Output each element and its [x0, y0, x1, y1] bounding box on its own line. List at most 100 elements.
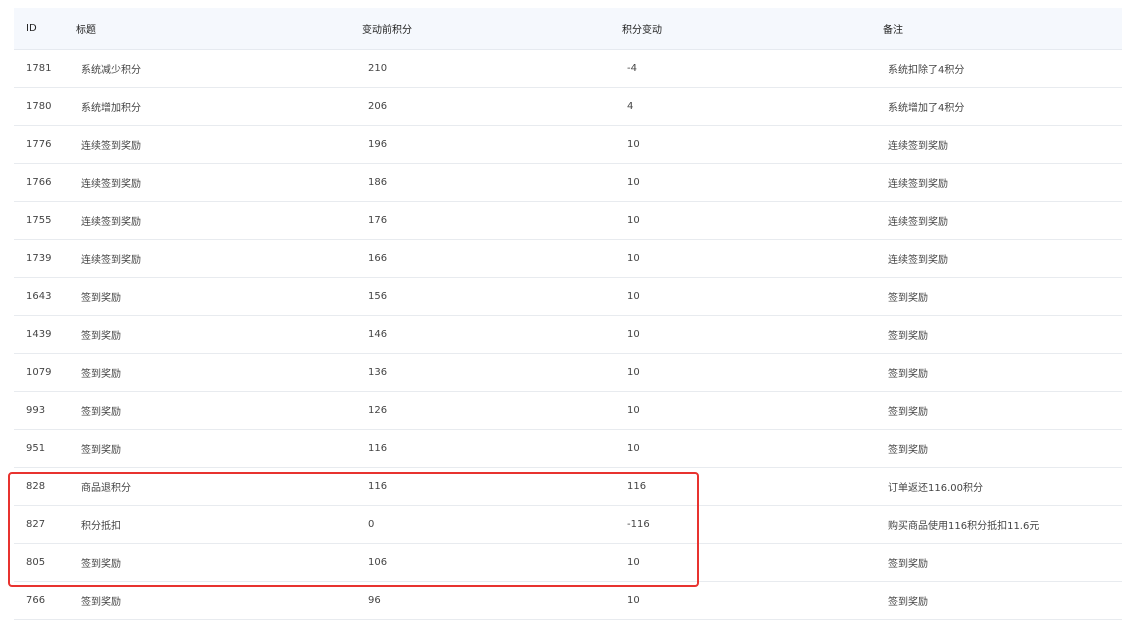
cell-id: 1079 [14, 353, 75, 392]
cell-id: 1643 [14, 277, 75, 316]
cell-points-before: 116 [362, 429, 616, 468]
cell-id: 1766 [14, 163, 75, 202]
cell-points-before: 210 [362, 49, 616, 88]
table-row: 1755 连续签到奖励 176 10 连续签到奖励 [14, 201, 1122, 240]
cell-points-change: 10 [616, 391, 873, 430]
cell-points-change: -4 [616, 49, 873, 88]
cell-title: 系统增加积分 [75, 87, 362, 126]
cell-id: 805 [14, 543, 75, 582]
cell-title: 积分抵扣 [75, 505, 362, 544]
table-row: 1776 连续签到奖励 196 10 连续签到奖励 [14, 125, 1122, 164]
column-header-title: 标题 [75, 8, 362, 50]
cell-id: 827 [14, 505, 75, 544]
cell-title: 签到奖励 [75, 391, 362, 430]
cell-points-change: -116 [616, 505, 873, 544]
cell-note: 连续签到奖励 [873, 239, 1122, 278]
cell-points-change: 10 [616, 239, 873, 278]
cell-title: 签到奖励 [75, 429, 362, 468]
cell-title: 签到奖励 [75, 353, 362, 392]
cell-points-before: 96 [362, 581, 616, 620]
cell-points-before: 146 [362, 315, 616, 354]
table-row: 1780 系统增加积分 206 4 系统增加了4积分 [14, 87, 1122, 126]
cell-note: 签到奖励 [873, 581, 1122, 620]
table-row: 1439 签到奖励 146 10 签到奖励 [14, 315, 1122, 354]
cell-id: 766 [14, 581, 75, 620]
cell-points-change: 4 [616, 87, 873, 126]
column-header-points-before: 变动前积分 [362, 8, 616, 50]
points-history-panel: ID 标题 变动前积分 积分变动 备注 1781 系统减少积分 210 -4 系… [0, 0, 1122, 631]
column-header-note: 备注 [873, 8, 1122, 50]
cell-points-change: 10 [616, 543, 873, 582]
table-row: 1766 连续签到奖励 186 10 连续签到奖励 [14, 163, 1122, 202]
table-row: 951 签到奖励 116 10 签到奖励 [14, 429, 1122, 468]
cell-points-change: 10 [616, 125, 873, 164]
cell-title: 签到奖励 [75, 277, 362, 316]
cell-note: 连续签到奖励 [873, 125, 1122, 164]
cell-id: 1776 [14, 125, 75, 164]
cell-id: 1755 [14, 201, 75, 240]
cell-title: 系统减少积分 [75, 49, 362, 88]
cell-id: 828 [14, 467, 75, 506]
cell-title: 签到奖励 [75, 315, 362, 354]
cell-id: 951 [14, 429, 75, 468]
table-row: 993 签到奖励 126 10 签到奖励 [14, 391, 1122, 430]
cell-points-change: 10 [616, 201, 873, 240]
cell-note: 订单返还116.00积分 [873, 467, 1122, 506]
table-row: 805 签到奖励 106 10 签到奖励 [14, 543, 1122, 582]
table-body: 1781 系统减少积分 210 -4 系统扣除了4积分 1780 系统增加积分 … [14, 49, 1122, 620]
table-row: 1643 签到奖励 156 10 签到奖励 [14, 277, 1122, 316]
cell-title: 连续签到奖励 [75, 239, 362, 278]
cell-points-before: 206 [362, 87, 616, 126]
cell-title: 连续签到奖励 [75, 163, 362, 202]
column-header-id: ID [14, 8, 75, 50]
cell-points-change: 10 [616, 277, 873, 316]
cell-points-before: 186 [362, 163, 616, 202]
cell-id: 1781 [14, 49, 75, 88]
cell-points-before: 176 [362, 201, 616, 240]
cell-points-before: 126 [362, 391, 616, 430]
table-row: 1079 签到奖励 136 10 签到奖励 [14, 353, 1122, 392]
cell-note: 购买商品使用116积分抵扣11.6元 [873, 505, 1122, 544]
cell-note: 签到奖励 [873, 353, 1122, 392]
table-header-row: ID 标题 变动前积分 积分变动 备注 [14, 8, 1122, 50]
points-history-table: ID 标题 变动前积分 积分变动 备注 1781 系统减少积分 210 -4 系… [14, 8, 1122, 620]
cell-points-before: 106 [362, 543, 616, 582]
cell-title: 连续签到奖励 [75, 201, 362, 240]
cell-note: 系统增加了4积分 [873, 87, 1122, 126]
table-row: 766 签到奖励 96 10 签到奖励 [14, 581, 1122, 620]
table-row: 1781 系统减少积分 210 -4 系统扣除了4积分 [14, 49, 1122, 88]
cell-title: 连续签到奖励 [75, 125, 362, 164]
column-header-points-change: 积分变动 [616, 8, 873, 50]
cell-title: 签到奖励 [75, 581, 362, 620]
cell-id: 993 [14, 391, 75, 430]
table-row: 828 商品退积分 116 116 订单返还116.00积分 [14, 467, 1122, 506]
cell-points-change: 10 [616, 315, 873, 354]
cell-points-change: 10 [616, 581, 873, 620]
cell-note: 签到奖励 [873, 429, 1122, 468]
cell-note: 签到奖励 [873, 277, 1122, 316]
table-row: 1739 连续签到奖励 166 10 连续签到奖励 [14, 239, 1122, 278]
cell-points-change: 10 [616, 353, 873, 392]
cell-note: 签到奖励 [873, 543, 1122, 582]
cell-points-change: 116 [616, 467, 873, 506]
cell-id: 1439 [14, 315, 75, 354]
cell-points-before: 0 [362, 505, 616, 544]
cell-points-before: 196 [362, 125, 616, 164]
cell-points-change: 10 [616, 429, 873, 468]
cell-id: 1780 [14, 87, 75, 126]
cell-note: 连续签到奖励 [873, 201, 1122, 240]
cell-points-change: 10 [616, 163, 873, 202]
cell-points-before: 156 [362, 277, 616, 316]
cell-id: 1739 [14, 239, 75, 278]
table-row: 827 积分抵扣 0 -116 购买商品使用116积分抵扣11.6元 [14, 505, 1122, 544]
cell-points-before: 166 [362, 239, 616, 278]
cell-note: 签到奖励 [873, 391, 1122, 430]
cell-title: 签到奖励 [75, 543, 362, 582]
cell-note: 系统扣除了4积分 [873, 49, 1122, 88]
cell-points-before: 136 [362, 353, 616, 392]
cell-note: 连续签到奖励 [873, 163, 1122, 202]
cell-note: 签到奖励 [873, 315, 1122, 354]
cell-points-before: 116 [362, 467, 616, 506]
table-header: ID 标题 变动前积分 积分变动 备注 [14, 8, 1122, 50]
cell-title: 商品退积分 [75, 467, 362, 506]
